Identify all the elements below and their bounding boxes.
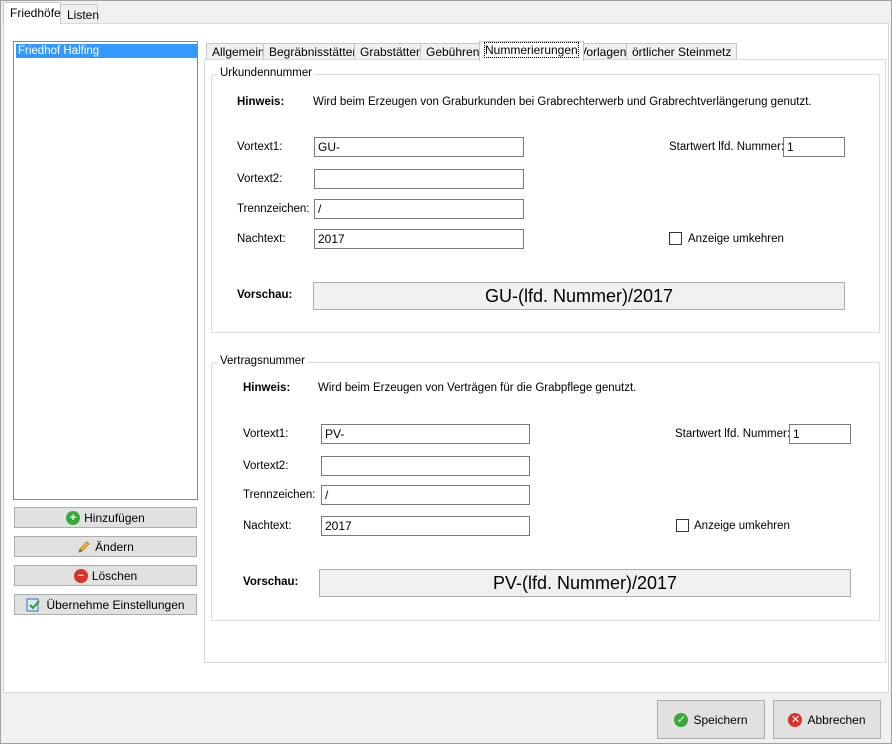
vertrag-reverse-label: Anzeige umkehren (694, 520, 790, 532)
add-button[interactable]: + Hinzufügen (14, 507, 197, 528)
plus-icon: + (66, 510, 81, 525)
save-button-label: Speichern (693, 712, 748, 727)
urkunde-startwert-input[interactable]: 1 (783, 137, 845, 157)
tab-grabstaetten[interactable]: Grabstätten (354, 43, 429, 60)
tab-nummerierungen-label: Nummerierungen (484, 42, 579, 58)
urkunde-vortext2-input[interactable] (314, 169, 524, 189)
main-window: Friedhöfe Listen Friedhof Halfing + Hinz… (0, 0, 892, 744)
tab-grabstaetten-label: Grabstätten (360, 45, 423, 59)
tab-begraebnisstaetten[interactable]: Begräbnisstätten (263, 43, 366, 60)
urkunde-hint-label: Hinweis: (237, 96, 285, 108)
urkunde-startwert-label: Startwert lfd. Nummer: (669, 141, 785, 153)
urkunde-nachtext-input[interactable]: 2017 (314, 229, 524, 249)
vertrag-hint-label: Hinweis: (243, 382, 291, 394)
urkunde-reverse-checkbox[interactable] (669, 232, 682, 245)
cemetery-list[interactable]: Friedhof Halfing (13, 41, 198, 500)
pencil-icon (77, 540, 91, 554)
tab-allgemein[interactable]: Allgemein (206, 43, 271, 60)
vertrag-vortext1-input[interactable]: PV- (321, 424, 530, 444)
tab-friedhoefe[interactable]: Friedhöfe (3, 2, 61, 24)
vertrag-group-title: Vertragsnummer (218, 355, 308, 367)
tab-vorlagen-label: Vorlagen (579, 45, 627, 59)
vertrag-preview: PV-(lfd. Nummer)/2017 (319, 569, 851, 597)
urkunde-preview: GU-(lfd. Nummer)/2017 (313, 282, 845, 310)
apply-settings-button[interactable]: Übernehme Einstellungen (14, 594, 197, 615)
vertrag-hint-text: Wird beim Erzeugen von Verträgen für die… (318, 382, 637, 394)
urkunde-vortext1-input[interactable]: GU- (314, 137, 524, 157)
tab-oertlicher-steinmetz-label: örtlicher Steinmetz (632, 45, 732, 59)
urkunde-hint-text: Wird beim Erzeugen von Graburkunden bei … (313, 96, 812, 108)
tab-oertlicher-steinmetz[interactable]: örtlicher Steinmetz (626, 43, 738, 60)
save-button[interactable]: ✓ Speichern (657, 700, 765, 739)
tab-nummerierungen[interactable]: Nummerierungen (479, 41, 584, 61)
urkunde-preview-label: Vorschau: (237, 289, 293, 301)
vertrag-trennzeichen-input[interactable]: / (321, 485, 530, 505)
urkunde-reverse-label: Anzeige umkehren (688, 233, 784, 245)
urkunde-trennzeichen-label: Trennzeichen: (237, 203, 310, 215)
edit-button[interactable]: Ändern (14, 536, 197, 557)
edit-button-label: Ändern (95, 539, 134, 554)
tab-friedhoefe-label: Friedhöfe (10, 6, 61, 20)
list-item[interactable]: Friedhof Halfing (16, 44, 197, 58)
apply-settings-icon (26, 597, 42, 613)
vertrag-nachtext-input[interactable]: 2017 (321, 516, 530, 536)
vertrag-startwert-input[interactable]: 1 (789, 424, 851, 444)
urkunde-group-title: Urkundennummer (218, 67, 315, 79)
vertrag-reverse-checkbox[interactable] (676, 519, 689, 532)
vertrag-vortext2-input[interactable] (321, 456, 530, 476)
vertrag-startwert-label: Startwert lfd. Nummer: (675, 428, 791, 440)
vertrag-trennzeichen-label: Trennzeichen: (243, 489, 316, 501)
delete-button[interactable]: − Löschen (14, 565, 197, 586)
vertrag-vortext1-label: Vortext1: (243, 428, 289, 440)
apply-settings-label: Übernehme Einstellungen (46, 597, 185, 612)
urkunde-vortext1-label: Vortext1: (237, 141, 283, 153)
tab-listen[interactable]: Listen (60, 4, 100, 24)
tab-gebuehren[interactable]: Gebühren (420, 43, 486, 60)
urkunde-vortext2-label: Vortext2: (237, 173, 283, 185)
tab-listen-label: Listen (67, 8, 100, 22)
tab-allgemein-label: Allgemein (212, 45, 265, 59)
tab-begraebnisstaetten-label: Begräbnisstätten (269, 45, 360, 59)
cancel-button[interactable]: ✕ Abbrechen (773, 700, 881, 739)
minus-icon: − (73, 568, 88, 583)
urkunde-trennzeichen-input[interactable]: / (314, 199, 524, 219)
tab-gebuehren-label: Gebühren (426, 45, 480, 59)
delete-button-label: Löschen (91, 568, 138, 583)
cancel-icon: ✕ (788, 712, 803, 727)
vertrag-vortext2-label: Vortext2: (243, 460, 289, 472)
cancel-button-label: Abbrechen (807, 712, 866, 727)
vertrag-nachtext-label: Nachtext: (243, 520, 292, 532)
add-button-label: Hinzufügen (84, 510, 145, 525)
check-icon: ✓ (674, 712, 689, 727)
vertrag-preview-label: Vorschau: (243, 576, 299, 588)
urkunde-nachtext-label: Nachtext: (237, 233, 286, 245)
